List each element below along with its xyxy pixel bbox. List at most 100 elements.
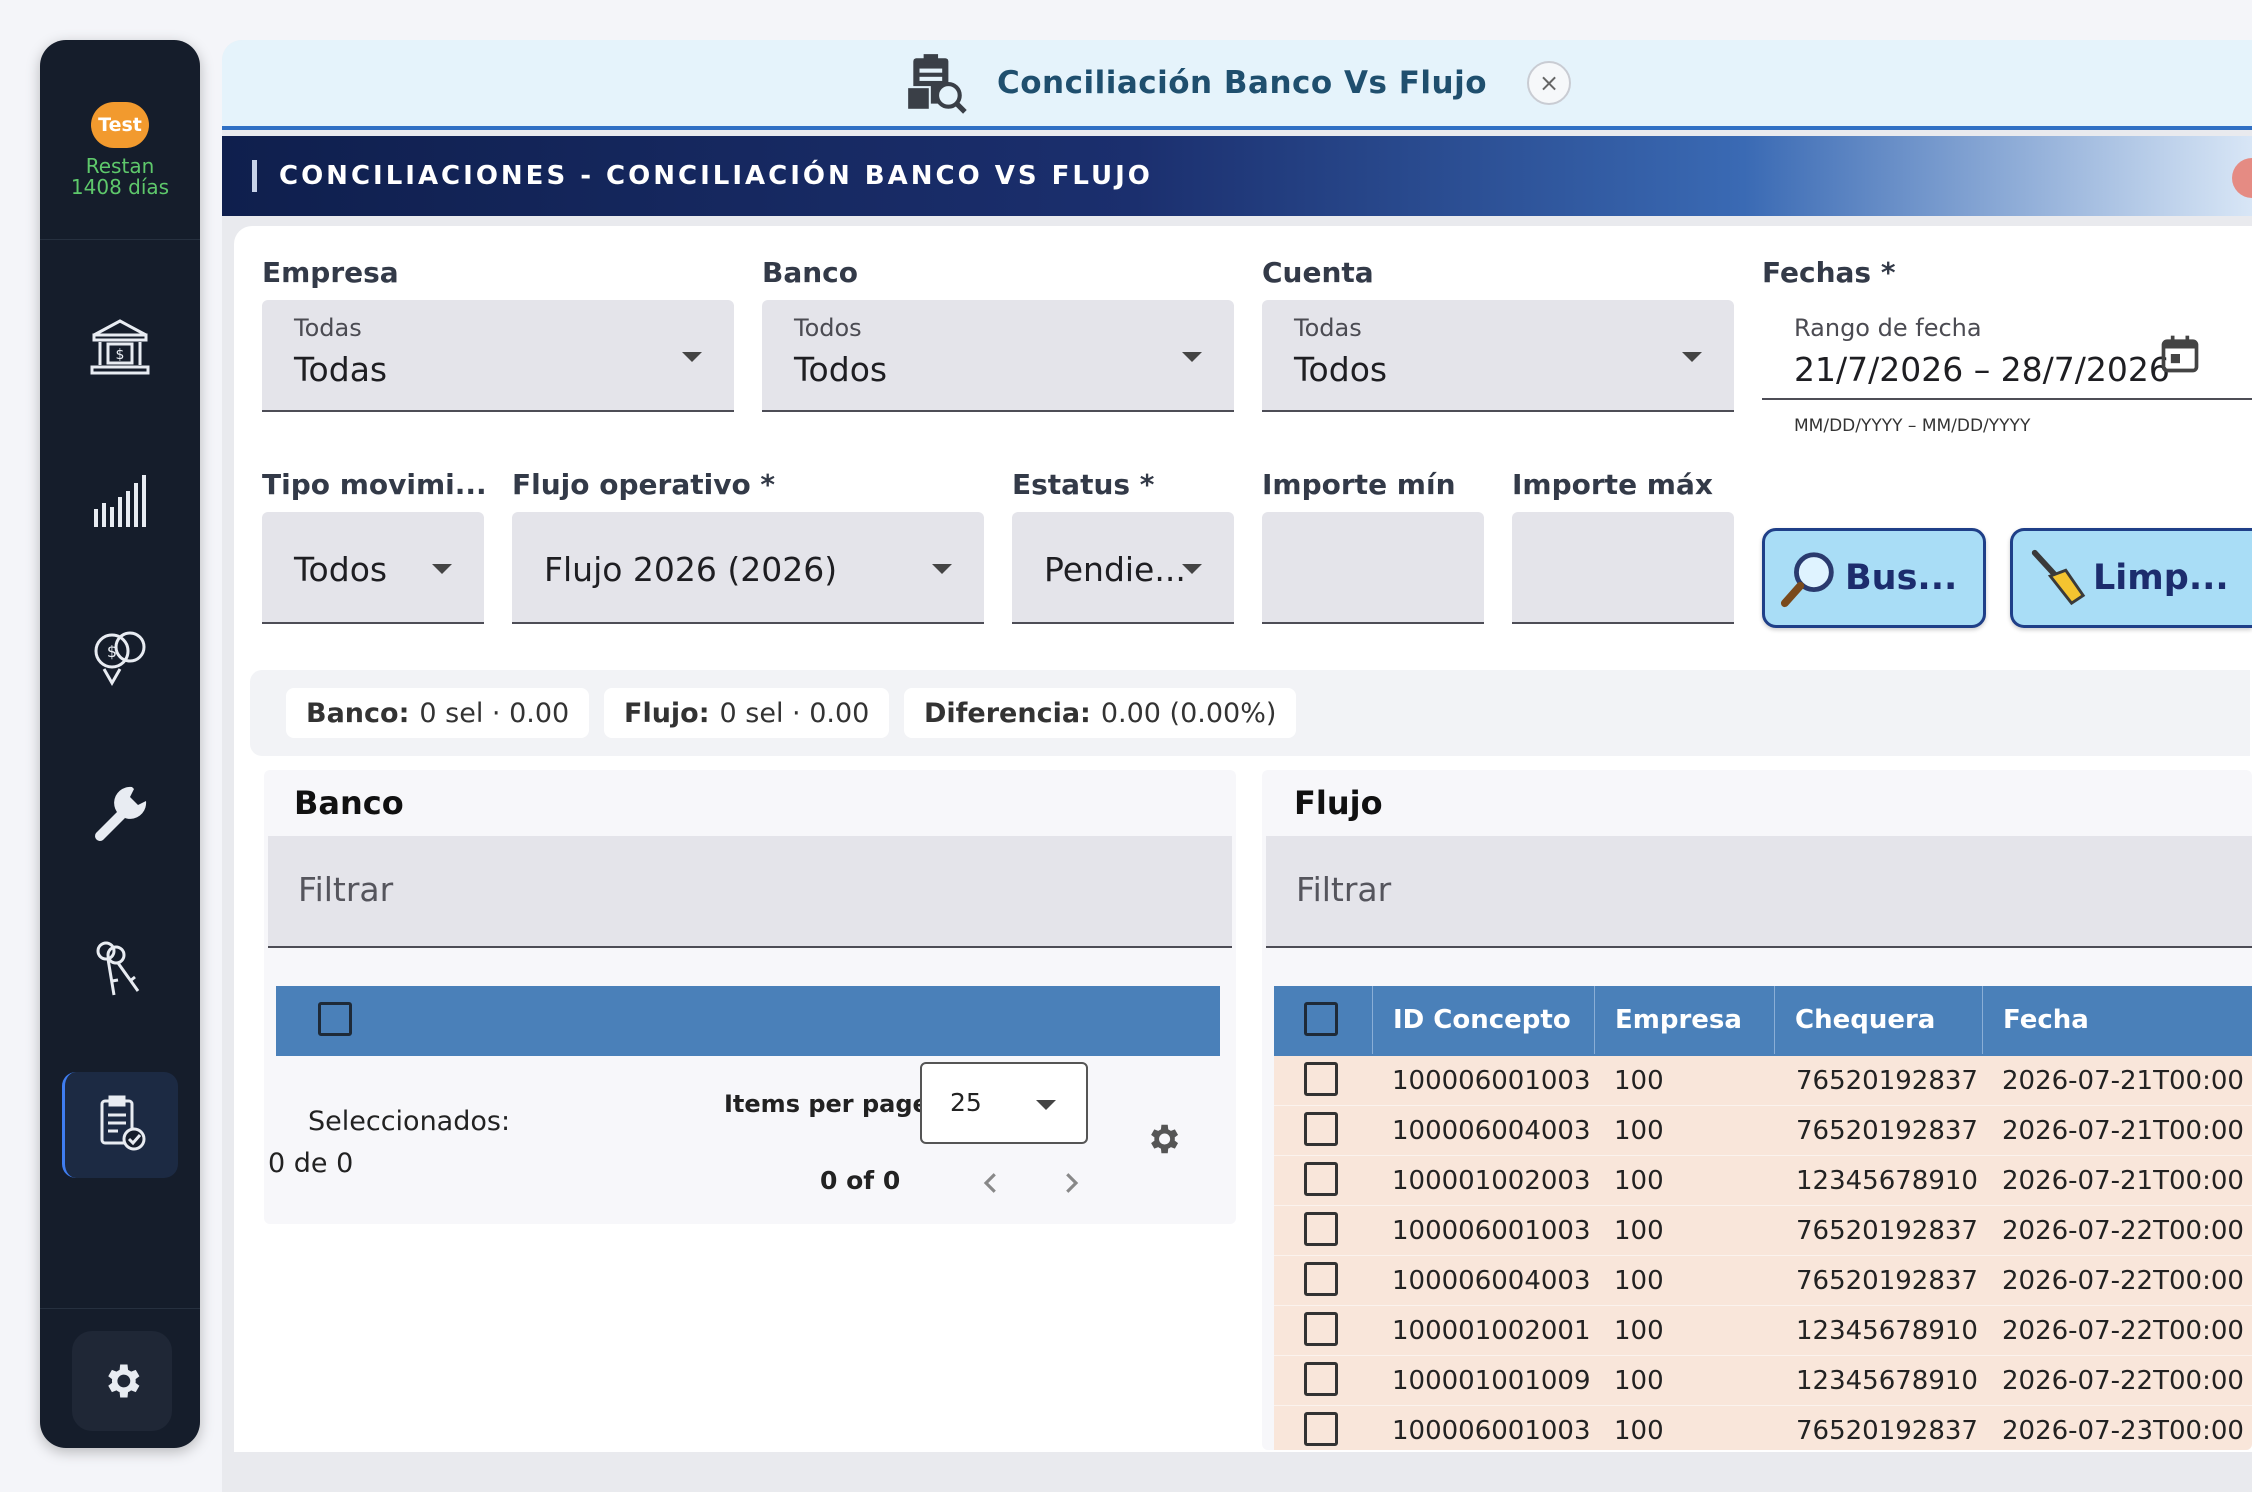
remaining-days: Restan 1408 días	[70, 154, 170, 199]
row-checkbox[interactable]	[1304, 1262, 1338, 1296]
page-title: CONCILIACIONES - CONCILIACIÓN BANCO VS F…	[279, 161, 1153, 191]
chevron-right-icon[interactable]	[1056, 1168, 1086, 1198]
close-tab-button[interactable]: ×	[1527, 61, 1572, 105]
magnifier-icon	[1780, 552, 1834, 608]
flujo-panel-title: Flujo	[1294, 784, 1383, 822]
banco-panel: Banco Filtrar Seleccionados: 0 de 0 Item…	[264, 770, 1236, 1224]
banner-accent	[252, 160, 257, 192]
chevron-down-icon	[1682, 352, 1702, 362]
bank-icon: $	[90, 319, 150, 375]
table-row[interactable]: 100006004003 100 76520192837 2026-07-22T…	[1274, 1256, 2252, 1306]
keys-icon	[96, 941, 140, 996]
importe-max-input[interactable]	[1512, 512, 1734, 624]
svg-text:$: $	[116, 347, 125, 363]
column-header-chequera[interactable]: Chequera	[1774, 986, 1982, 1054]
money-location-icon: $	[94, 631, 146, 687]
column-header-fecha[interactable]: Fecha	[1982, 986, 2252, 1054]
diferencia-summary-chip: Diferencia: 0.00 (0.00%)	[904, 688, 1297, 738]
clear-button[interactable]: Limp...	[2010, 528, 2252, 628]
sidebar-footer	[40, 1308, 200, 1448]
flujo-table-body: 100006001003 100 76520192837 2026-07-21T…	[1274, 1056, 2252, 1450]
flujo-filter-input[interactable]: Filtrar	[1266, 836, 2252, 948]
table-row[interactable]: 100006001003 100 76520192837 2026-07-21T…	[1274, 1056, 2252, 1106]
fechas-label: Fechas *	[1762, 256, 1896, 289]
row-checkbox[interactable]	[1304, 1312, 1338, 1346]
row-checkbox[interactable]	[1304, 1212, 1338, 1246]
reconciliation-tab-icon	[906, 54, 967, 114]
row-checkbox[interactable]	[1304, 1162, 1338, 1196]
importe-max-label: Importe máx	[1512, 468, 1713, 501]
row-checkbox[interactable]	[1304, 1062, 1338, 1096]
row-checkbox[interactable]	[1304, 1362, 1338, 1396]
column-header-empresa[interactable]: Empresa	[1594, 986, 1774, 1054]
date-range-field[interactable]: Rango de fecha 21/7/2026 – 28/7/2026	[1762, 300, 2252, 400]
main-footer-strip	[222, 1452, 2252, 1492]
selected-label: Seleccionados:	[308, 1106, 511, 1137]
flujo-operativo-label: Flujo operativo *	[512, 468, 776, 501]
banco-panel-title: Banco	[294, 784, 404, 822]
sidebar-item-bank[interactable]: $	[62, 294, 178, 400]
table-row[interactable]: 100006001003 100 76520192837 2026-07-22T…	[1274, 1206, 2252, 1256]
selection-summary: Banco: 0 sel · 0.00 Flujo: 0 sel · 0.00 Di…	[250, 670, 2250, 756]
cuenta-label: Cuenta	[1262, 256, 1374, 289]
estatus-label: Estatus *	[1012, 468, 1155, 501]
tipo-label: Tipo movimi...	[262, 468, 487, 501]
sidebar-item-reports[interactable]	[62, 448, 178, 554]
flujo-summary-chip: Flujo: 0 sel · 0.00	[604, 688, 890, 738]
tab-title[interactable]: Conciliación Banco Vs Flujo	[997, 65, 1487, 101]
importe-min-input[interactable]	[1262, 512, 1484, 624]
importe-min-label: Importe mín	[1262, 468, 1456, 501]
tipo-movimiento-select[interactable]: Todos	[262, 512, 484, 624]
chevron-down-icon	[432, 564, 452, 574]
flujo-select-all-checkbox[interactable]	[1304, 1002, 1338, 1036]
reconciliation-icon	[100, 1095, 145, 1151]
banco-select[interactable]: Todos Todos	[762, 300, 1234, 412]
banner-indicator	[2232, 158, 2252, 198]
svg-text:$: $	[107, 642, 117, 661]
banco-select-all-checkbox[interactable]	[318, 1002, 352, 1036]
cuenta-select[interactable]: Todas Todos	[1262, 300, 1734, 412]
items-per-page-select[interactable]: 25	[920, 1062, 1088, 1144]
chevron-left-icon[interactable]	[976, 1168, 1006, 1198]
sidebar-item-reconciliation[interactable]	[62, 1072, 178, 1178]
sidebar-item-finance[interactable]: $	[62, 604, 178, 710]
row-checkbox[interactable]	[1304, 1412, 1338, 1446]
banco-summary-chip: Banco: 0 sel · 0.00	[286, 688, 590, 738]
empresa-select[interactable]: Todas Todas	[262, 300, 734, 412]
chevron-down-icon	[1182, 352, 1202, 362]
flujo-table-header: ID Concepto Empresa Chequera Fecha	[1274, 986, 2252, 1056]
environment-badge: Test	[91, 102, 149, 148]
table-row[interactable]: 100001002003 100 12345678910 2026-07-21T…	[1274, 1156, 2252, 1206]
row-checkbox[interactable]	[1304, 1112, 1338, 1146]
sidebar-item-tools[interactable]	[62, 760, 178, 866]
sidebar-item-access[interactable]	[62, 916, 178, 1022]
chevron-down-icon	[682, 352, 702, 362]
chevron-down-icon	[1182, 564, 1202, 574]
calendar-icon[interactable]	[2158, 332, 2202, 376]
banco-filter-input[interactable]: Filtrar	[268, 836, 1232, 948]
license-info: Test Restan 1408 días	[40, 40, 200, 240]
table-row[interactable]: 100001002001 100 12345678910 2026-07-22T…	[1274, 1306, 2252, 1356]
settings-button[interactable]	[72, 1331, 172, 1431]
selected-count: 0 de 0	[268, 1148, 354, 1179]
gear-icon[interactable]	[1144, 1120, 1182, 1158]
flujo-panel: Flujo Filtrar ID Concepto Empresa Cheque…	[1262, 770, 2252, 1450]
chevron-down-icon	[1036, 1100, 1056, 1110]
pagination-range: 0 of 0	[820, 1166, 901, 1195]
gear-icon	[108, 1364, 140, 1398]
tab-bar: Conciliación Banco Vs Flujo ×	[222, 40, 2252, 130]
estatus-select[interactable]: Pendie...	[1012, 512, 1234, 624]
column-header-id-concepto[interactable]: ID Concepto	[1372, 986, 1594, 1054]
date-format-hint: MM/DD/YYYY – MM/DD/YYYY	[1794, 416, 2031, 436]
chevron-down-icon	[932, 564, 952, 574]
table-row[interactable]: 100006004003 100 76520192837 2026-07-21T…	[1274, 1106, 2252, 1156]
items-per-page-label: Items per page:	[724, 1090, 939, 1118]
flujo-operativo-select[interactable]: Flujo 2026 (2026)	[512, 512, 984, 624]
search-button[interactable]: Bus...	[1762, 528, 1986, 628]
broom-icon	[2031, 549, 2086, 606]
table-row[interactable]: 100001001009 100 12345678910 2026-07-22T…	[1274, 1356, 2252, 1406]
table-row[interactable]: 100006001003 100 76520192837 2026-07-23T…	[1274, 1406, 2252, 1450]
sidebar: Test Restan 1408 días $ $	[40, 40, 200, 1448]
wrench-icon	[95, 786, 147, 841]
banco-label: Banco	[762, 256, 859, 289]
